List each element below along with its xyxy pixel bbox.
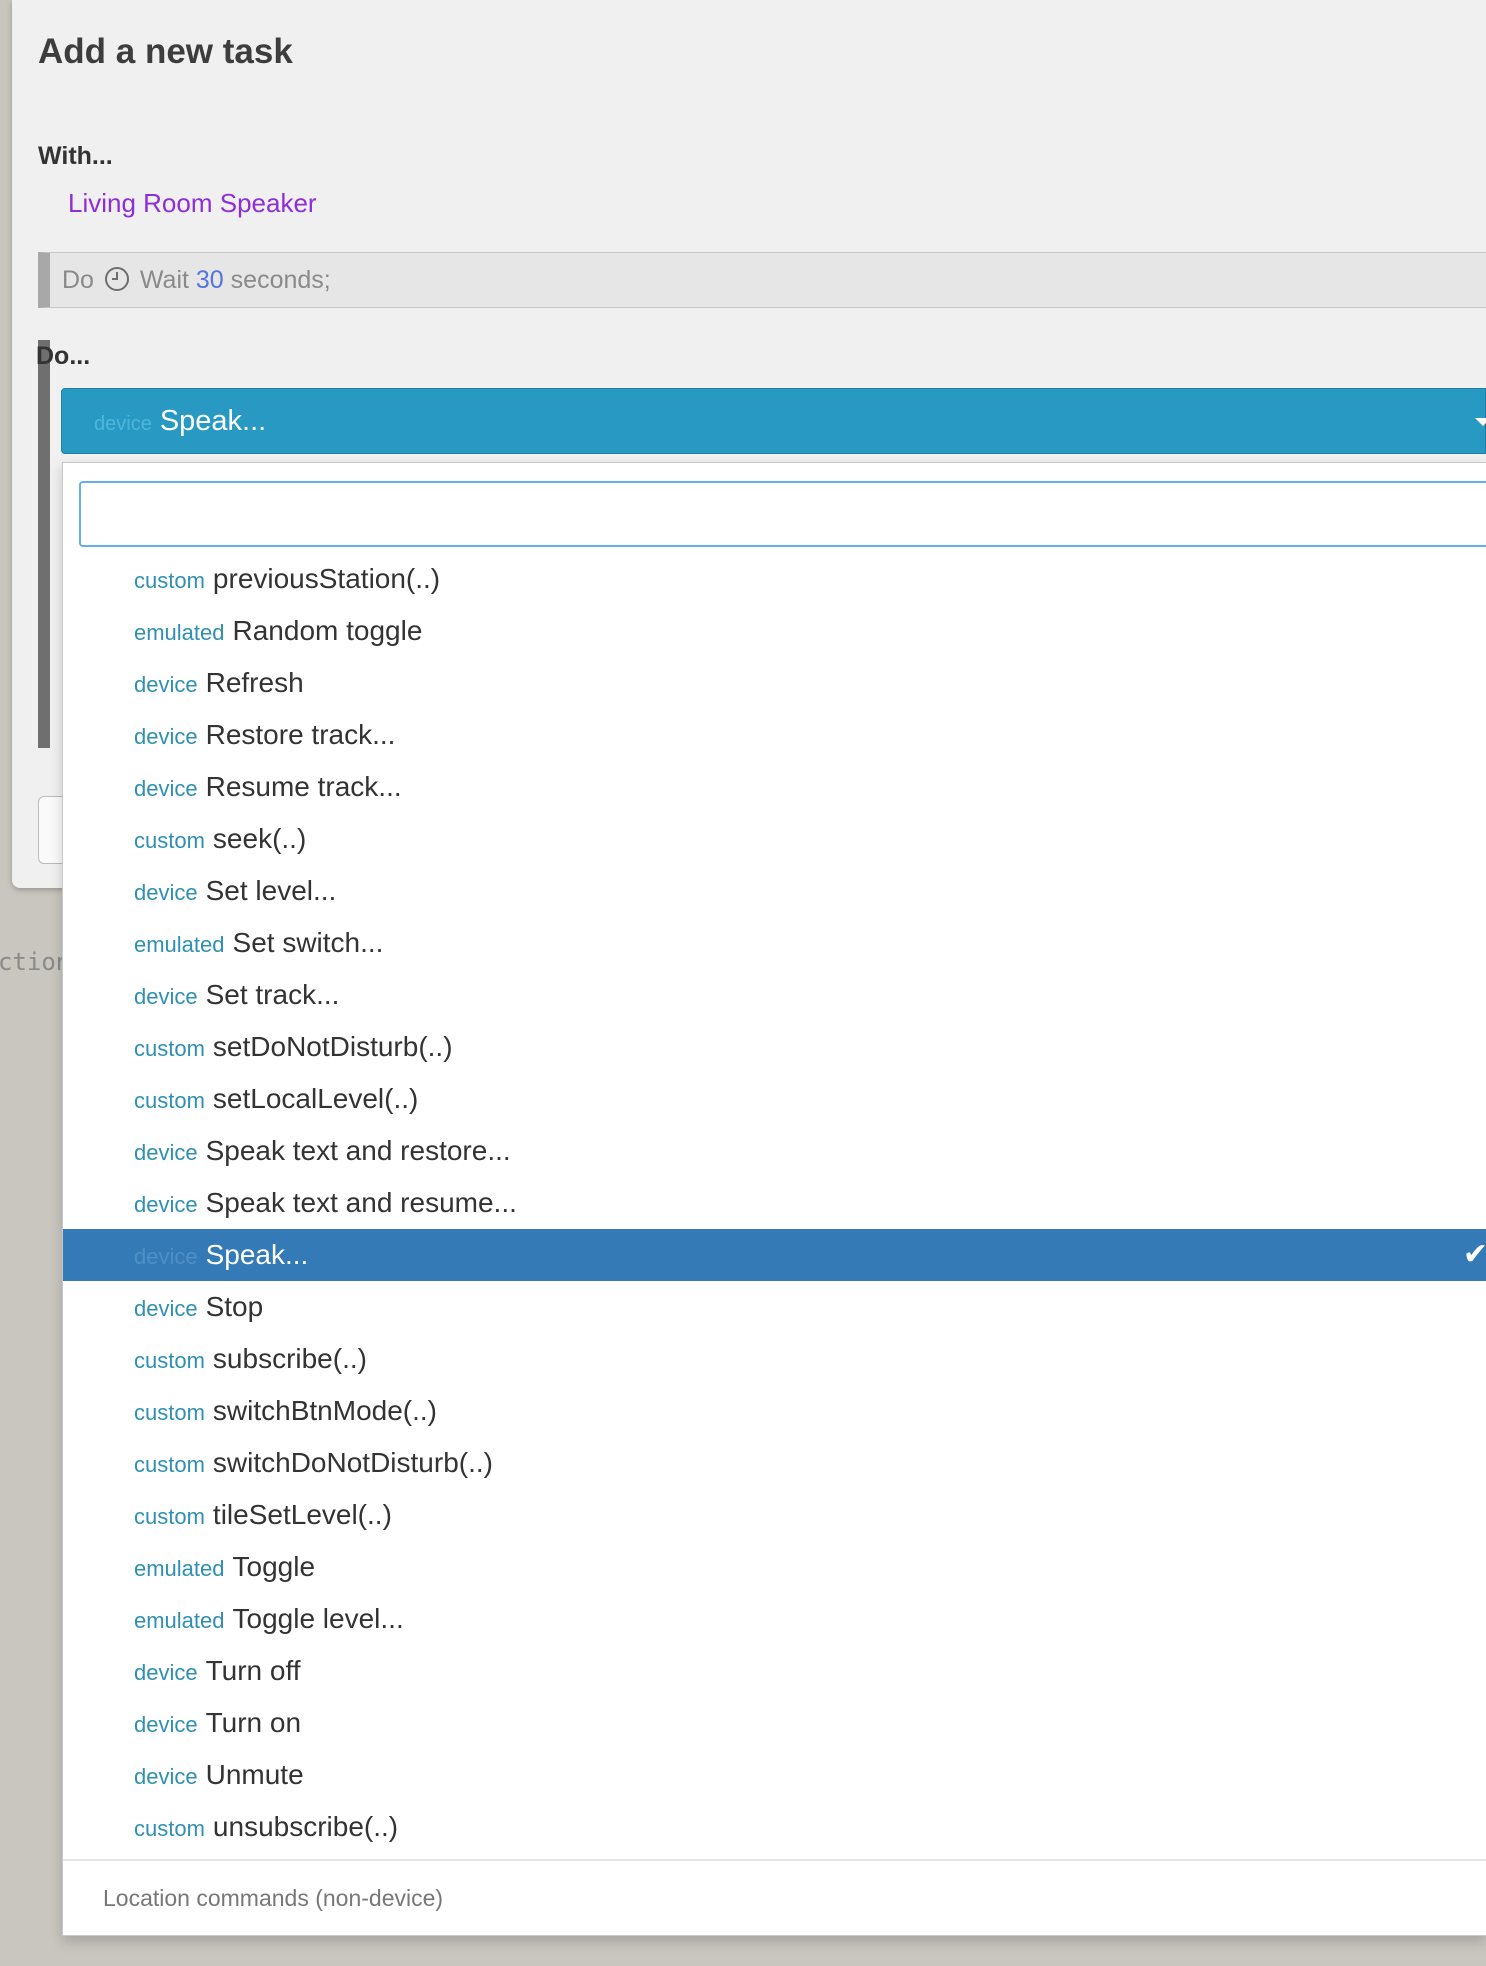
option-tag: emulated <box>134 1608 225 1633</box>
option-label: tileSetLevel(..) <box>212 1499 392 1530</box>
do-label: Do... <box>36 342 91 370</box>
check-icon: ✔ <box>1462 1238 1486 1271</box>
option-tag: device <box>134 1660 198 1685</box>
dropdown-option[interactable]: device Turn off <box>63 1645 1486 1697</box>
option-tag: custom <box>134 1088 205 1113</box>
select-value: Speak... <box>159 405 267 437</box>
dropdown-option[interactable]: device Turn on <box>63 1697 1486 1749</box>
dropdown-option[interactable]: emulated Set switch... <box>63 917 1486 969</box>
option-tag: custom <box>134 1504 205 1529</box>
dropdown-option[interactable]: custom setLocalLevel(..) <box>63 1073 1486 1125</box>
option-tag: device <box>134 1244 198 1269</box>
dropdown-option[interactable]: device Refresh <box>63 657 1486 709</box>
dropdown-option[interactable]: device Set level... <box>63 865 1486 917</box>
dropdown-option[interactable]: device Speak text and restore... <box>63 1125 1486 1177</box>
dropdown-option[interactable]: custom subscribe(..) <box>63 1333 1486 1385</box>
dropdown-option[interactable]: emulated Toggle level... <box>63 1593 1486 1645</box>
option-label: seek(..) <box>212 823 307 854</box>
option-label: Speak... <box>205 1239 309 1270</box>
option-tag: emulated <box>134 1556 225 1581</box>
option-label: Toggle level... <box>232 1603 404 1634</box>
option-label: subscribe(..) <box>212 1343 367 1374</box>
select-tag: device <box>94 413 152 435</box>
dropdown-option[interactable]: device Set track... <box>63 969 1486 1021</box>
option-tag: device <box>134 1296 198 1321</box>
option-tag: custom <box>134 828 205 853</box>
option-tag: device <box>134 1764 198 1789</box>
modal-title: Add a new task <box>38 32 293 71</box>
dropdown-option[interactable]: device Stop <box>63 1281 1486 1333</box>
dropdown-option[interactable]: device Restore track... <box>63 709 1486 761</box>
previous-step-unit: seconds; <box>230 266 331 294</box>
dropdown-search-input[interactable] <box>79 481 1486 547</box>
dropdown-option[interactable]: device Resume track... <box>63 761 1486 813</box>
option-tag: custom <box>134 568 205 593</box>
option-label: Refresh <box>205 667 304 698</box>
command-select-button[interactable]: device Speak... <box>61 388 1486 454</box>
dropdown-option[interactable]: device Unmute <box>63 1749 1486 1801</box>
option-tag: device <box>134 776 198 801</box>
caret-down-icon <box>1475 418 1486 426</box>
option-label: Turn on <box>205 1707 302 1738</box>
option-tag: custom <box>134 1816 205 1841</box>
previous-step[interactable]: Do Wait 30 seconds; <box>38 252 1486 308</box>
option-label: Turn off <box>205 1655 301 1686</box>
dropdown-option[interactable]: emulated Random toggle <box>63 605 1486 657</box>
previous-step-text: Wait <box>139 266 189 294</box>
dropdown-option[interactable]: custom setDoNotDisturb(..) <box>63 1021 1486 1073</box>
option-tag: custom <box>134 1036 205 1061</box>
option-label: Set switch... <box>232 927 384 958</box>
clock-icon <box>104 267 129 291</box>
option-label: previousStation(..) <box>212 563 441 594</box>
option-label: switchDoNotDisturb(..) <box>212 1447 493 1478</box>
option-label: Restore track... <box>205 719 396 750</box>
option-label: Speak text and restore... <box>205 1135 511 1166</box>
option-label: Resume track... <box>205 771 402 802</box>
option-tag: custom <box>134 1348 205 1373</box>
option-label: Stop <box>205 1291 264 1322</box>
option-label: Toggle <box>232 1551 316 1582</box>
option-tag: device <box>134 724 198 749</box>
dropdown-option[interactable]: custom previousStation(..) <box>63 553 1486 605</box>
divider <box>63 1859 1486 1861</box>
option-tag: device <box>134 1192 198 1217</box>
option-label: Random toggle <box>232 615 423 646</box>
device-link[interactable]: Living Room Speaker <box>68 188 317 219</box>
option-tag: emulated <box>134 932 225 957</box>
optgroup-header: Location commands (non-device) <box>103 1885 444 1911</box>
option-tag: device <box>134 984 198 1009</box>
option-tag: device <box>134 1712 198 1737</box>
option-tag: custom <box>134 1400 205 1425</box>
option-label: Set track... <box>205 979 340 1010</box>
dropdown-option[interactable]: device Speak text and resume... <box>63 1177 1486 1229</box>
option-label: unsubscribe(..) <box>212 1811 399 1842</box>
dropdown-option[interactable]: custom unsubscribe(..) <box>63 1801 1486 1853</box>
option-label: switchBtnMode(..) <box>212 1395 437 1426</box>
option-list: custom previousStation(..) emulated Random … <box>63 553 1486 1853</box>
option-tag: custom <box>134 1452 205 1477</box>
background-text: ction <box>0 948 71 976</box>
dropdown-option[interactable]: device Speak... ✔ <box>63 1229 1486 1281</box>
option-tag: device <box>134 672 198 697</box>
option-label: setLocalLevel(..) <box>212 1083 419 1114</box>
dropdown-option[interactable]: emulated Toggle <box>63 1541 1486 1593</box>
previous-step-number: 30 <box>195 266 224 294</box>
dropdown-option[interactable]: custom switchBtnMode(..) <box>63 1385 1486 1437</box>
option-label: Set level... <box>205 875 337 906</box>
option-tag: emulated <box>134 620 225 645</box>
option-label: Speak text and resume... <box>205 1187 517 1218</box>
option-label: setDoNotDisturb(..) <box>212 1031 453 1062</box>
option-tag: device <box>134 1140 198 1165</box>
dropdown-option[interactable]: custom tileSetLevel(..) <box>63 1489 1486 1541</box>
option-tag: device <box>134 880 198 905</box>
command-dropdown: custom previousStation(..) emulated Random … <box>62 462 1486 1936</box>
dropdown-option[interactable]: custom switchDoNotDisturb(..) <box>63 1437 1486 1489</box>
option-label: Unmute <box>205 1759 304 1790</box>
background-page <box>0 0 12 1966</box>
dropdown-option[interactable]: custom seek(..) <box>63 813 1486 865</box>
with-label: With... <box>38 142 113 170</box>
previous-step-prefix: Do <box>62 266 94 294</box>
